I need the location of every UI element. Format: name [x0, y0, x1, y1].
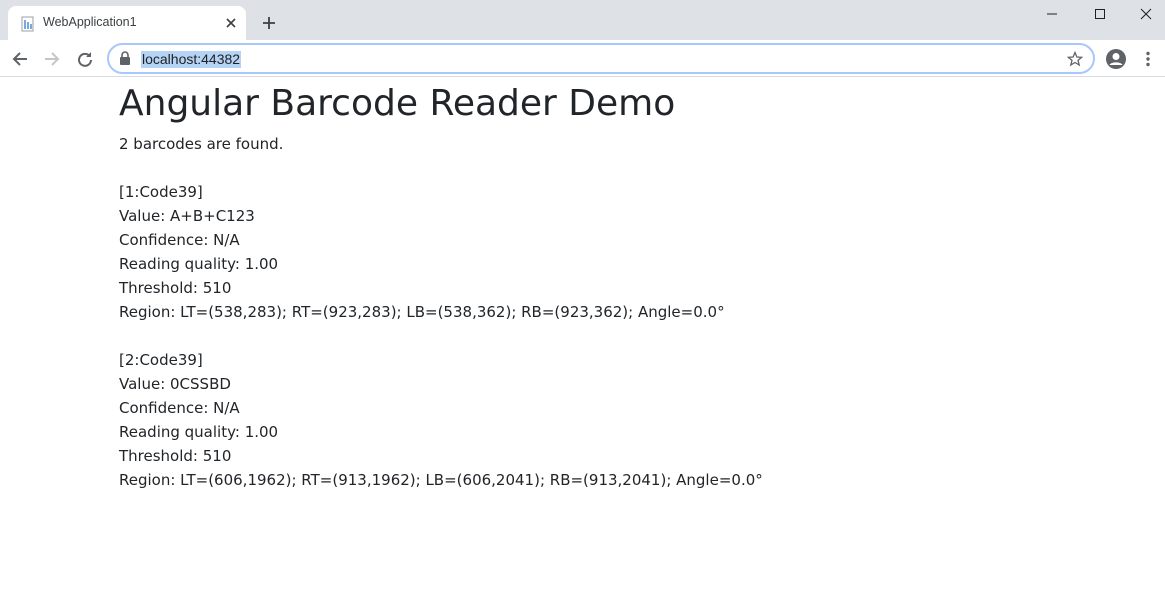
- reload-icon[interactable]: [73, 47, 97, 71]
- arrow-left-icon[interactable]: [8, 47, 32, 71]
- minimize-icon[interactable]: [1029, 0, 1075, 28]
- result-quality: Reading quality: 1.00: [119, 423, 279, 441]
- result-region: Region: LT=(606,1962); RT=(913,1962); LB…: [119, 471, 763, 489]
- result-threshold: Threshold: 510: [119, 279, 232, 297]
- plus-icon[interactable]: [258, 12, 280, 34]
- result-value: Value: 0CSSBD: [119, 375, 231, 393]
- page-icon: [20, 16, 36, 32]
- result-threshold: Threshold: 510: [119, 447, 232, 465]
- result-confidence: Confidence: N/A: [119, 399, 240, 417]
- page-title: Angular Barcode Reader Demo: [119, 83, 676, 124]
- result-header: [1:Code39]: [119, 183, 203, 201]
- result-value: Value: A+B+C123: [119, 207, 255, 225]
- barcode-result: [2:Code39] Value: 0CSSBD Confidence: N/A…: [119, 348, 1119, 492]
- lock-icon[interactable]: [119, 51, 133, 67]
- star-icon[interactable]: [1065, 49, 1085, 69]
- result-summary: 2 barcodes are found.: [119, 135, 284, 153]
- close-icon[interactable]: [1123, 0, 1165, 28]
- address-bar[interactable]: localhost:44382: [107, 43, 1095, 74]
- account-icon[interactable]: [1105, 48, 1127, 70]
- result-header: [2:Code39]: [119, 351, 203, 369]
- maximize-icon[interactable]: [1077, 0, 1123, 28]
- arrow-right-icon[interactable]: [40, 47, 64, 71]
- close-icon[interactable]: [222, 14, 240, 32]
- kebab-menu-icon[interactable]: [1141, 49, 1155, 69]
- barcode-result: [1:Code39] Value: A+B+C123 Confidence: N…: [119, 180, 1119, 324]
- url-text[interactable]: localhost:44382: [141, 51, 242, 68]
- page-content: Angular Barcode Reader Demo 2 barcodes a…: [119, 78, 1119, 492]
- result-confidence: Confidence: N/A: [119, 231, 240, 249]
- tab-title: WebApplication1: [43, 15, 137, 29]
- browser-toolbar: localhost:44382: [0, 40, 1165, 77]
- tab-strip: WebApplication1: [0, 0, 1165, 40]
- result-quality: Reading quality: 1.00: [119, 255, 279, 273]
- result-region: Region: LT=(538,283); RT=(923,283); LB=(…: [119, 303, 725, 321]
- browser-tab[interactable]: WebApplication1: [8, 6, 246, 40]
